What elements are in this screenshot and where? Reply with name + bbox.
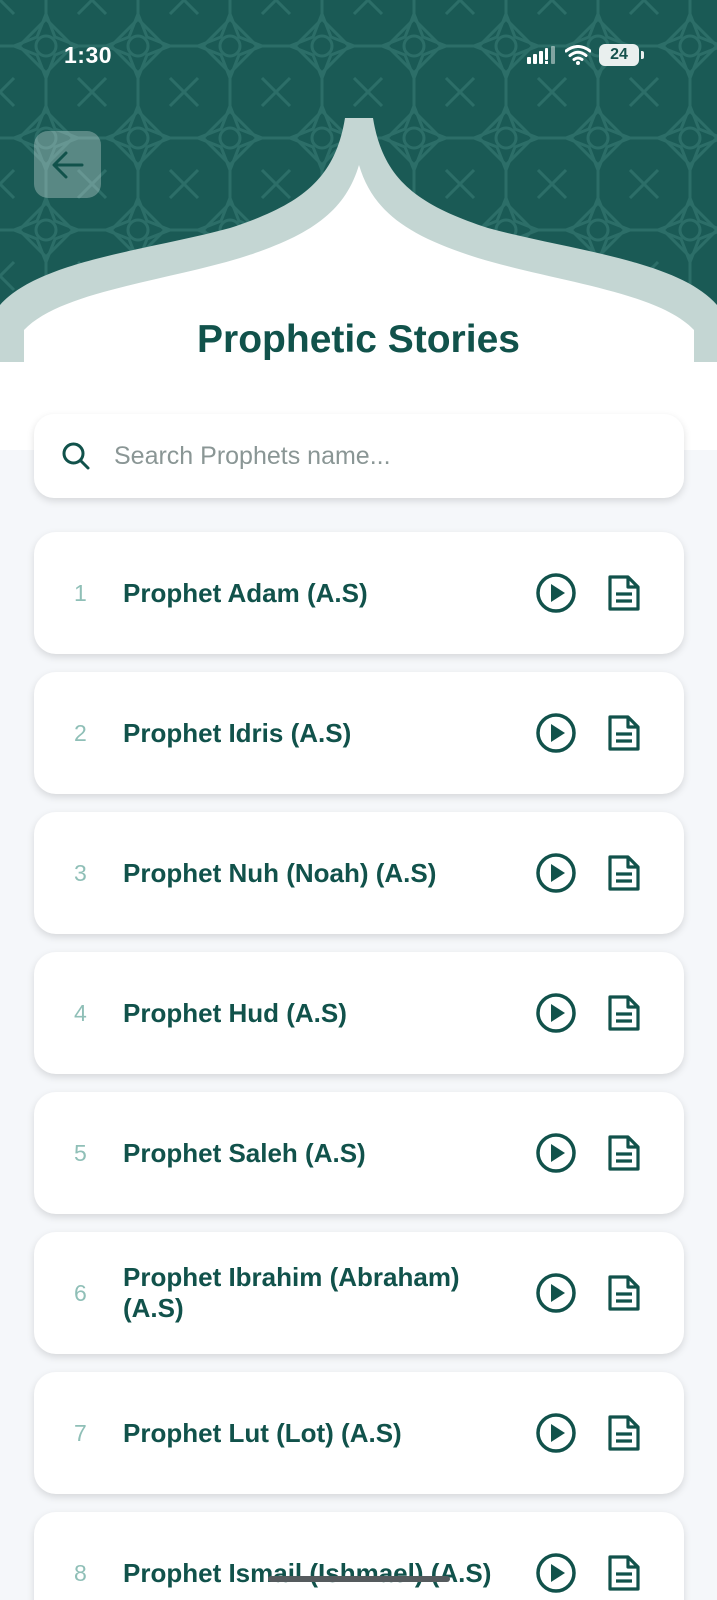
play-circle-icon[interactable] xyxy=(535,1132,577,1174)
status-bar: 1:30 24 xyxy=(0,0,717,110)
item-number: 5 xyxy=(74,1139,87,1166)
back-button[interactable] xyxy=(34,131,101,198)
play-circle-icon[interactable] xyxy=(535,1272,577,1314)
home-indicator xyxy=(268,1576,450,1582)
search-bar[interactable] xyxy=(34,414,684,498)
play-circle-icon[interactable] xyxy=(535,712,577,754)
list-item[interactable]: 4 Prophet Hud (A.S) xyxy=(34,952,684,1074)
item-title: Prophet Saleh (A.S) xyxy=(123,1137,366,1168)
battery-level: 24 xyxy=(610,46,628,63)
list-item[interactable]: 5 Prophet Saleh (A.S) xyxy=(34,1092,684,1214)
item-number: 3 xyxy=(74,859,87,886)
wifi-icon xyxy=(565,45,591,65)
signal-icon xyxy=(527,46,555,64)
item-title: Prophet Ismail (Ishmael) (A.S) xyxy=(123,1557,492,1588)
search-icon xyxy=(62,442,90,470)
page-title: Prophetic Stories xyxy=(197,318,520,361)
header: 1:30 24 Prophetic Stories xyxy=(0,0,717,450)
list-item[interactable]: 8 Prophet Ismail (Ishmael) (A.S) xyxy=(34,1512,684,1600)
document-icon[interactable] xyxy=(607,1134,641,1172)
play-circle-icon[interactable] xyxy=(535,852,577,894)
document-icon[interactable] xyxy=(607,1554,641,1592)
item-number: 2 xyxy=(74,719,87,746)
document-icon[interactable] xyxy=(607,854,641,892)
document-icon[interactable] xyxy=(607,574,641,612)
search-input[interactable] xyxy=(114,414,654,498)
status-time: 1:30 xyxy=(64,42,113,68)
arrow-left-icon xyxy=(52,151,83,178)
item-number: 7 xyxy=(74,1419,87,1446)
play-circle-icon[interactable] xyxy=(535,1552,577,1594)
item-number: 6 xyxy=(74,1279,87,1306)
status-icons: 24 xyxy=(527,44,644,66)
document-icon[interactable] xyxy=(607,1274,641,1312)
list-item[interactable]: 3 Prophet Nuh (Noah) (A.S) xyxy=(34,812,684,934)
item-title: Prophet Hud (A.S) xyxy=(123,997,347,1028)
item-number: 1 xyxy=(74,579,87,606)
document-icon[interactable] xyxy=(607,714,641,752)
item-number: 8 xyxy=(74,1559,87,1586)
item-title: Prophet Idris (A.S) xyxy=(123,717,352,748)
document-icon[interactable] xyxy=(607,994,641,1032)
list-item[interactable]: 6 Prophet Ibrahim (Abraham) (A.S) xyxy=(34,1232,684,1354)
item-title: Prophet Ibrahim (Abraham) (A.S) xyxy=(123,1262,460,1323)
play-circle-icon[interactable] xyxy=(535,992,577,1034)
list-item[interactable]: 2 Prophet Idris (A.S) xyxy=(34,672,684,794)
play-circle-icon[interactable] xyxy=(535,572,577,614)
item-number: 4 xyxy=(74,999,87,1026)
list-item[interactable]: 7 Prophet Lut (Lot) (A.S) xyxy=(34,1372,684,1494)
item-title: Prophet Lut (Lot) (A.S) xyxy=(123,1417,402,1448)
document-icon[interactable] xyxy=(607,1414,641,1452)
list-item[interactable]: 1 Prophet Adam (A.S) xyxy=(34,532,684,654)
battery-indicator: 24 xyxy=(599,44,644,66)
item-title: Prophet Nuh (Noah) (A.S) xyxy=(123,857,437,888)
play-circle-icon[interactable] xyxy=(535,1412,577,1454)
item-title: Prophet Adam (A.S) xyxy=(123,577,368,608)
